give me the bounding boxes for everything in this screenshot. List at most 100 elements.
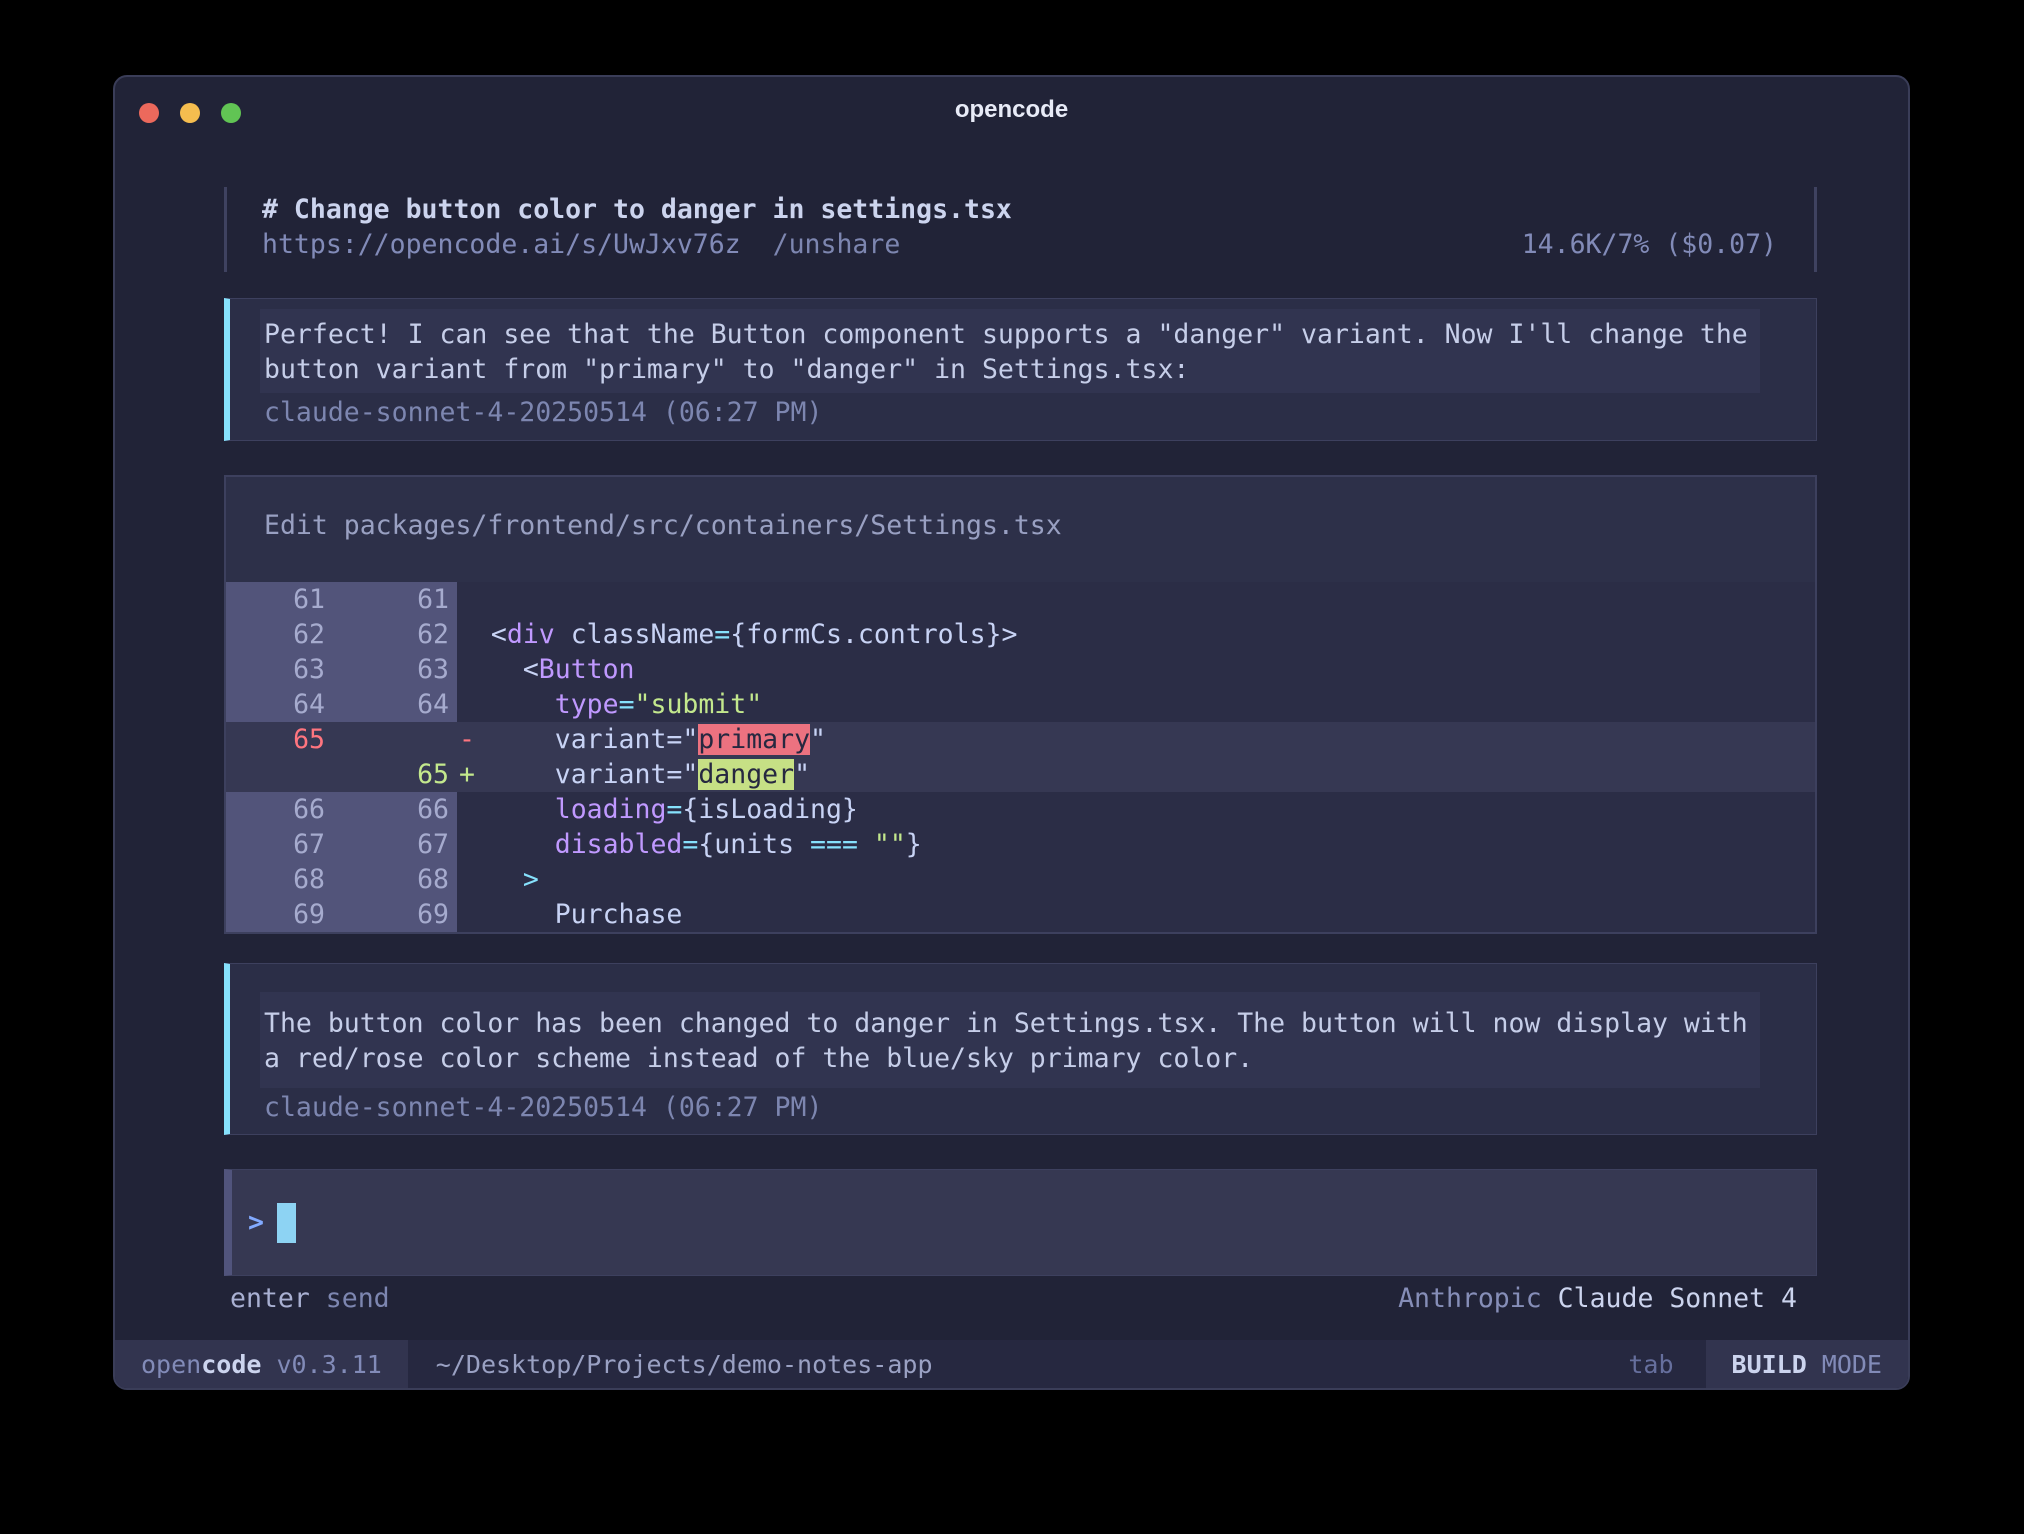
status-bar: opencodev0.3.11 ~/Desktop/Projects/demo-… bbox=[115, 1340, 1908, 1388]
code-token: Purchase bbox=[459, 899, 682, 930]
code-token: " bbox=[810, 724, 826, 755]
code-token: > bbox=[523, 864, 539, 895]
new-line-number: 65 bbox=[325, 757, 449, 792]
mode-chip: BUILDMODE bbox=[1706, 1340, 1908, 1388]
code-token: = bbox=[666, 794, 682, 825]
code-token: = bbox=[714, 619, 730, 650]
diff-row: 65- variant="primary" bbox=[226, 722, 1815, 757]
model-indicator: Anthropic Claude Sonnet 4 bbox=[1398, 1281, 1797, 1316]
diff-row: 65 + variant="danger" bbox=[226, 757, 1815, 792]
code-token: variant=" bbox=[475, 759, 698, 790]
working-directory: ~/Desktop/Projects/demo-notes-app bbox=[436, 1350, 933, 1379]
old-line-number: 61 bbox=[226, 582, 325, 617]
old-line-number: 64 bbox=[226, 687, 325, 722]
code-token: {units bbox=[698, 829, 810, 860]
diff-row: 6464 type="submit" bbox=[226, 687, 1815, 722]
titlebar: opencode bbox=[115, 77, 1908, 139]
session-title: # Change button color to danger in setti… bbox=[262, 192, 1777, 227]
prompt-input[interactable]: > bbox=[224, 1169, 1817, 1276]
assistant-message: The button color has been changed to dan… bbox=[224, 963, 1817, 1135]
code-token bbox=[459, 794, 555, 825]
diff-gutter: 6969 bbox=[226, 897, 457, 932]
code-token: } bbox=[906, 829, 922, 860]
message-text: Perfect! I can see that the Button compo… bbox=[260, 309, 1760, 393]
code-token: primary bbox=[698, 724, 810, 755]
new-line-number: 63 bbox=[325, 652, 449, 687]
code-token: disabled bbox=[555, 829, 683, 860]
diff-row: 6161 bbox=[226, 582, 1815, 617]
code-token: " bbox=[794, 759, 810, 790]
old-line-number: 68 bbox=[226, 862, 325, 897]
code-token: = bbox=[619, 689, 635, 720]
code-token: type bbox=[555, 689, 619, 720]
code-token: === bbox=[810, 829, 858, 860]
diff-code-line: type="submit" bbox=[457, 687, 1815, 722]
new-line-number: 64 bbox=[325, 687, 449, 722]
enter-key-hint: enter bbox=[230, 1283, 310, 1314]
new-line-number: 69 bbox=[325, 897, 449, 932]
code-token: {isLoading} bbox=[682, 794, 858, 825]
code-token: < bbox=[459, 619, 507, 650]
diff-gutter: 6161 bbox=[226, 582, 457, 617]
diff-rows: 61616262 <div className={formCs.controls… bbox=[226, 582, 1815, 932]
model-name: Claude Sonnet 4 bbox=[1558, 1283, 1797, 1314]
diff-gutter: 6666 bbox=[226, 792, 457, 827]
diff-row: 6969 Purchase bbox=[226, 897, 1815, 932]
token-usage: 14.6K/7% ($0.07) bbox=[1522, 227, 1777, 262]
tab-key-hint[interactable]: tab bbox=[1628, 1350, 1673, 1379]
code-token: className bbox=[555, 619, 715, 650]
diff-row: 6666 loading={isLoading} bbox=[226, 792, 1815, 827]
opencode-window: opencode # Change button color to danger… bbox=[113, 75, 1910, 1390]
diff-file-title: Edit packages/frontend/src/containers/Se… bbox=[226, 477, 1815, 582]
diff-code-line bbox=[457, 582, 1815, 617]
code-token: danger bbox=[698, 759, 794, 790]
old-line-number: 67 bbox=[226, 827, 325, 862]
diff-row: 6262 <div className={formCs.controls}> bbox=[226, 617, 1815, 652]
unshare-command[interactable]: /unshare bbox=[773, 229, 901, 260]
diff-gutter: 6262 bbox=[226, 617, 457, 652]
share-url-link[interactable]: https://opencode.ai/s/UwJxv76z bbox=[262, 229, 741, 260]
prompt-symbol: > bbox=[248, 1207, 264, 1238]
desktop: { "titlebar": { "title": "opencode" }, "… bbox=[0, 0, 2024, 1534]
diff-code-line: loading={isLoading} bbox=[457, 792, 1815, 827]
new-line-number: 66 bbox=[325, 792, 449, 827]
diff-gutter: 65 bbox=[226, 722, 457, 757]
code-token: + bbox=[459, 759, 475, 790]
old-line-number bbox=[226, 757, 325, 792]
provider-name: Anthropic bbox=[1398, 1283, 1542, 1314]
send-action-hint: send bbox=[326, 1283, 390, 1314]
diff-gutter: 6767 bbox=[226, 827, 457, 862]
code-token: {formCs.controls}> bbox=[730, 619, 1017, 650]
diff-row: 6363 <Button bbox=[226, 652, 1815, 687]
old-line-number: 65 bbox=[226, 722, 325, 757]
share-links: https://opencode.ai/s/UwJxv76z/unshare bbox=[262, 227, 900, 262]
diff-code-line: > bbox=[457, 862, 1815, 897]
diff-row: 6868 > bbox=[226, 862, 1815, 897]
app-version-chip: opencodev0.3.11 bbox=[115, 1340, 408, 1388]
app-name-suffix: code bbox=[201, 1350, 261, 1379]
mode-primary: BUILD bbox=[1732, 1350, 1807, 1379]
old-line-number: 62 bbox=[226, 617, 325, 652]
diff-gutter: 6464 bbox=[226, 687, 457, 722]
code-token: Button bbox=[539, 654, 635, 685]
code-token: variant=" bbox=[475, 724, 698, 755]
diff-row: 6767 disabled={units === ""} bbox=[226, 827, 1815, 862]
text-cursor bbox=[277, 1203, 296, 1243]
new-line-number bbox=[325, 722, 449, 757]
code-token: loading bbox=[555, 794, 667, 825]
new-line-number: 67 bbox=[325, 827, 449, 862]
diff-gutter: 6363 bbox=[226, 652, 457, 687]
app-version: v0.3.11 bbox=[276, 1350, 381, 1379]
code-token bbox=[858, 829, 874, 860]
diff-code-line: Purchase bbox=[457, 897, 1815, 932]
message-text: The button color has been changed to dan… bbox=[260, 992, 1760, 1088]
new-line-number: 68 bbox=[325, 862, 449, 897]
code-token bbox=[459, 689, 555, 720]
hint-bar: enter send Anthropic Claude Sonnet 4 bbox=[224, 1281, 1817, 1316]
diff-gutter: 6868 bbox=[226, 862, 457, 897]
code-token: < bbox=[459, 654, 539, 685]
code-token: = bbox=[682, 829, 698, 860]
diff-gutter: 65 bbox=[226, 757, 457, 792]
code-token: "submit" bbox=[635, 689, 763, 720]
diff-code-line: <Button bbox=[457, 652, 1815, 687]
